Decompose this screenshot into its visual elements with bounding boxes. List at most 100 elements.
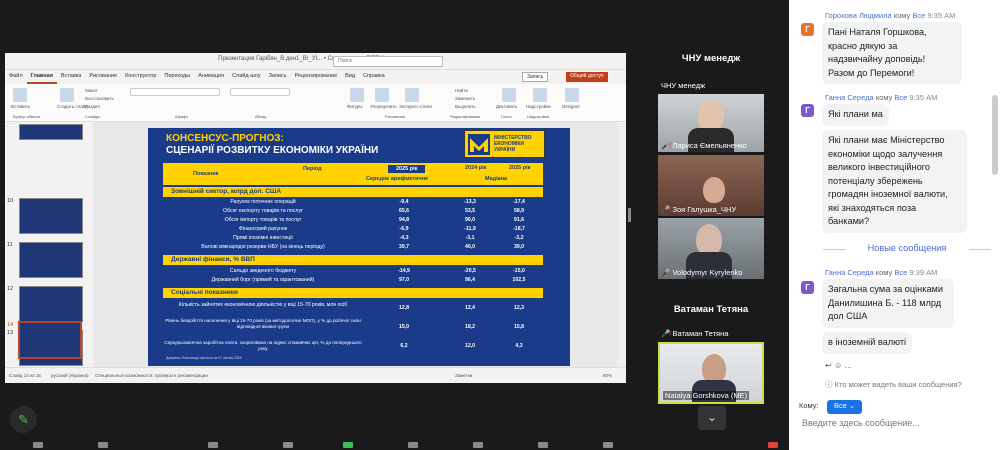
ribbon-section[interactable]: Раздел xyxy=(85,104,100,109)
message-actions: ↩ ☺ … xyxy=(825,361,852,370)
table-row: Рівень безробіття населення у віці 15-70… xyxy=(165,318,525,330)
ministry-logo: МІНІСТЕРСТВО ЕКОНОМІКИ УКРАЇНИ xyxy=(464,130,545,158)
apps-icon[interactable] xyxy=(538,442,548,448)
participant-tile[interactable]: Ватаман Тетяна 🎤̸ Ватаман Тетяна xyxy=(658,282,764,340)
video-icon[interactable] xyxy=(98,442,108,448)
mic-icon[interactable] xyxy=(33,442,43,448)
addins-icon[interactable] xyxy=(533,88,547,102)
message-header: Ганна Середа кому Все 9:39 AM xyxy=(825,268,938,277)
menu-review[interactable]: Рецензирование xyxy=(291,70,341,82)
group-font: Шрифт xyxy=(175,114,189,119)
message-header: Горохова Людмила кому Все 9:35 AM xyxy=(825,11,956,20)
chevron-down-icon[interactable]: ⌄ xyxy=(698,406,726,430)
mic-off-icon: 🎤̸ xyxy=(661,205,671,214)
group-drawing: Рисование xyxy=(385,114,406,119)
menu-record[interactable]: Запись xyxy=(265,70,291,82)
participant-tile-active[interactable]: Natalya Gorshkova (ME) xyxy=(658,342,764,404)
menu-view[interactable]: Вид xyxy=(341,70,359,82)
shapes-icon[interactable] xyxy=(350,88,364,102)
quick-styles-icon[interactable] xyxy=(405,88,419,102)
ministry-logo-text: МІНІСТЕРСТВО ЕКОНОМІКИ УКРАЇНИ xyxy=(494,135,532,153)
menu-animation[interactable]: Анимация xyxy=(194,70,228,82)
emoji-icon[interactable]: ☺ xyxy=(834,361,842,370)
mic-off-icon: 🎤̸ xyxy=(661,329,671,338)
visibility-info[interactable]: ⓘ Кто может видеть ваши сообщения? xyxy=(825,379,962,390)
chat-icon[interactable] xyxy=(283,442,293,448)
notes-button[interactable]: Заметки xyxy=(455,373,472,378)
slide-thumbnail-selected[interactable] xyxy=(18,321,82,359)
participant-tile[interactable]: 🎤̸ Volodymyr Kyrylenko xyxy=(658,218,764,279)
reply-icon[interactable]: ↩ xyxy=(825,361,832,370)
share-screen-icon[interactable] xyxy=(343,442,353,448)
slide-thumbnail[interactable] xyxy=(19,124,83,140)
participant-tile[interactable]: ЧНУ менедж ЧНУ менедж xyxy=(658,25,764,93)
menu-help[interactable]: Справка xyxy=(359,70,389,82)
header-2024: 2024 рік xyxy=(465,165,487,171)
table-row: Середньомісячна заробітна плата, скориго… xyxy=(164,340,523,351)
zoom-level[interactable]: 80% xyxy=(603,373,612,378)
header-median: Медіана xyxy=(485,176,508,182)
splitter-handle[interactable] xyxy=(628,208,631,222)
menu-insert[interactable]: Вставка xyxy=(57,70,85,82)
canvas-scrollbar[interactable] xyxy=(618,122,626,367)
dictate-icon[interactable] xyxy=(502,88,516,102)
ribbon-arrange-label: Упорядочить xyxy=(370,104,397,109)
menu-draw[interactable]: Рисование xyxy=(85,70,121,82)
thumb-number: 10 xyxy=(7,198,14,204)
chat-scrollbar[interactable] xyxy=(992,95,998,175)
recipient-select[interactable]: Все ⌄ xyxy=(827,400,863,414)
chat-message[interactable]: Пані Наталя Горшкова, красно дякую за надз… xyxy=(822,22,962,84)
ribbon-replace[interactable]: Заменить xyxy=(455,96,475,101)
arrange-icon[interactable] xyxy=(375,88,389,102)
menu-home[interactable]: Главная xyxy=(26,70,57,84)
chat-message[interactable]: в іноземній валюті xyxy=(822,332,913,354)
menu-file[interactable]: Файл xyxy=(5,70,27,82)
ribbon-layout[interactable]: Макет xyxy=(85,88,98,93)
participant-tile[interactable]: 🎤̸ Зоя Галушка_ЧНУ xyxy=(658,155,764,216)
ribbon-new-slide-label: Создать слайд xyxy=(57,104,88,109)
section-title: Державні фінанси, % ВВП xyxy=(163,255,543,265)
chat-message[interactable]: Які плани ма xyxy=(822,104,889,126)
ribbon-designer-label: Designer xyxy=(562,104,581,109)
ribbon-reset[interactable]: Восстановить xyxy=(85,96,114,101)
participant-big-name: ЧНУ менедж xyxy=(681,53,741,64)
share-access-button[interactable]: Общий доступ xyxy=(566,72,608,82)
leave-icon[interactable] xyxy=(768,442,778,448)
chat-message[interactable]: Які плани має Міністерство економіки щодо… xyxy=(822,130,967,233)
slide-thumbnail[interactable] xyxy=(19,242,83,278)
paragraph-controls[interactable] xyxy=(230,88,290,96)
record-button[interactable]: Запись xyxy=(522,72,549,82)
new-slide-icon[interactable] xyxy=(60,88,74,102)
font-select[interactable] xyxy=(130,88,220,96)
participant-name: 🎤̸ Зоя Галушка_ЧНУ xyxy=(661,205,737,214)
forecast-table: Показник Період 2025 рік 2024 рік 2025 р… xyxy=(163,163,543,353)
pen-icon[interactable]: ✎ xyxy=(10,406,37,433)
paste-icon[interactable] xyxy=(13,88,27,102)
participant-name: 🎤̸ Volodymyr Kyrylenko xyxy=(661,268,743,277)
designer-icon[interactable] xyxy=(565,88,579,102)
group-editing: Редактирование xyxy=(450,114,481,119)
status-accessibility[interactable]: Специальные возможности: проверьте реком… xyxy=(95,373,208,378)
menu-slideshow[interactable]: Слайд-шоу xyxy=(228,70,265,82)
slide-thumbnail[interactable] xyxy=(19,198,83,234)
reactions-icon[interactable] xyxy=(473,442,483,448)
participant-name: Natalya Gorshkova (ME) xyxy=(663,391,750,400)
header-indicator: Показник xyxy=(193,171,219,177)
more-icon[interactable]: … xyxy=(844,361,852,370)
more-icon[interactable] xyxy=(603,442,613,448)
ribbon-select[interactable]: Выделить xyxy=(455,104,476,109)
participants-icon[interactable] xyxy=(208,442,218,448)
ribbon-find[interactable]: Найти xyxy=(455,88,468,93)
record-icon[interactable] xyxy=(408,442,418,448)
menu-design[interactable]: Конструктор xyxy=(121,70,160,82)
slide-thumbnail[interactable] xyxy=(19,286,83,322)
header-period: Період xyxy=(303,166,322,172)
ppt-search-input[interactable]: Поиск xyxy=(333,56,443,67)
avatar: Г xyxy=(801,104,814,117)
to-label: Кому: xyxy=(799,401,819,410)
chat-input[interactable]: Введите здесь сообщение... xyxy=(802,418,920,428)
chat-message[interactable]: Загальна сума за оцінками Данилишина Б. -… xyxy=(822,279,954,328)
participant-big-name: Ватаман Тетяна xyxy=(673,304,749,315)
participant-tile[interactable]: 🎤̸ Лариса Ємельяненко xyxy=(658,94,764,152)
menu-transitions[interactable]: Переходы xyxy=(160,70,194,82)
